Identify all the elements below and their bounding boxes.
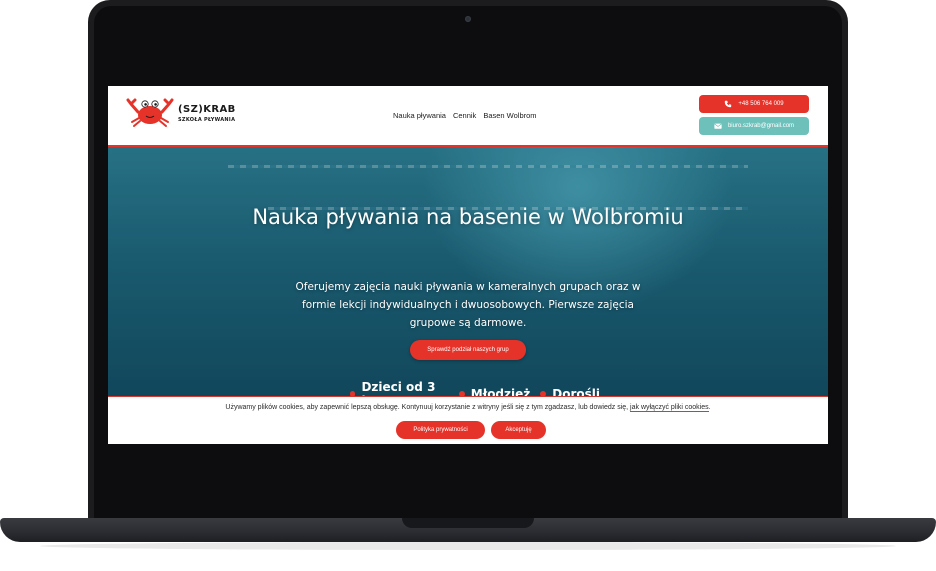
crab-logo-icon bbox=[126, 98, 174, 127]
cookie-disable-link[interactable]: jak wyłączyć pliki cookies bbox=[630, 404, 709, 412]
group-label: Młodzież bbox=[470, 387, 531, 396]
group-label: Dorośli bbox=[552, 387, 600, 396]
main-nav: Nauka pływania Cennik Basen Wolbrom bbox=[393, 111, 537, 120]
email-address: biuro.szkrab@gmail.com bbox=[727, 123, 795, 129]
nav-link-cennik[interactable]: Cennik bbox=[453, 111, 476, 120]
group-item-youth: Młodzież bbox=[458, 380, 531, 396]
groups-cta-button[interactable]: Sprawdź podział naszych grup bbox=[410, 340, 526, 360]
cookie-text: Używamy plików cookies, aby zapewnić lep… bbox=[225, 404, 629, 411]
privacy-policy-button[interactable]: Polityka prywatności bbox=[396, 421, 485, 439]
cookie-banner: Używamy plików cookies, aby zapewnić lep… bbox=[108, 396, 828, 444]
nav-link-nauka-plywania[interactable]: Nauka pływania bbox=[393, 111, 446, 120]
email-button[interactable]: biuro.szkrab@gmail.com bbox=[699, 117, 809, 135]
group-list: Dzieci od 3 lat Młodzież Dorośli bbox=[350, 380, 600, 396]
nav-link-basen-wolbrom[interactable]: Basen Wolbrom bbox=[483, 111, 536, 120]
brand-name: (SZ)KRAB bbox=[178, 104, 236, 115]
hero-title: Nauka pływania na basenie w Wolbromiu bbox=[252, 205, 684, 229]
laptop-shadow bbox=[40, 542, 896, 550]
group-item-adults: Dorośli bbox=[540, 380, 600, 396]
laptop-notch bbox=[402, 518, 534, 528]
site-header: (SZ)KRAB SZKOŁA PŁYWANIA Nauka pływania … bbox=[108, 86, 828, 147]
logo[interactable]: (SZ)KRAB SZKOŁA PŁYWANIA bbox=[126, 94, 246, 134]
group-item-children: Dzieci od 3 lat bbox=[350, 380, 449, 396]
phone-button[interactable]: +48 506 764 009 bbox=[699, 95, 809, 113]
accept-cookies-button[interactable]: Akceptuję bbox=[491, 421, 546, 439]
browser-viewport: (SZ)KRAB SZKOŁA PŁYWANIA Nauka pływania … bbox=[108, 86, 828, 444]
cookie-text-end: . bbox=[708, 404, 711, 411]
envelope-icon bbox=[714, 123, 722, 129]
phone-number: +48 506 764 009 bbox=[738, 101, 784, 107]
device-mockup: (SZ)KRAB SZKOŁA PŁYWANIA Nauka pływania … bbox=[0, 0, 936, 571]
phone-icon bbox=[725, 100, 732, 108]
hero-description: Oferujemy zajęcia nauki pływania w kamer… bbox=[295, 281, 641, 329]
hero-section: Nauka pływania na basenie w Wolbromiu Of… bbox=[108, 147, 828, 396]
group-label: Dzieci od 3 lat bbox=[361, 380, 436, 396]
cookie-message: Używamy plików cookies, aby zapewnić lep… bbox=[108, 404, 828, 412]
camera-icon bbox=[465, 16, 471, 22]
brand-tagline: SZKOŁA PŁYWANIA bbox=[178, 117, 236, 123]
